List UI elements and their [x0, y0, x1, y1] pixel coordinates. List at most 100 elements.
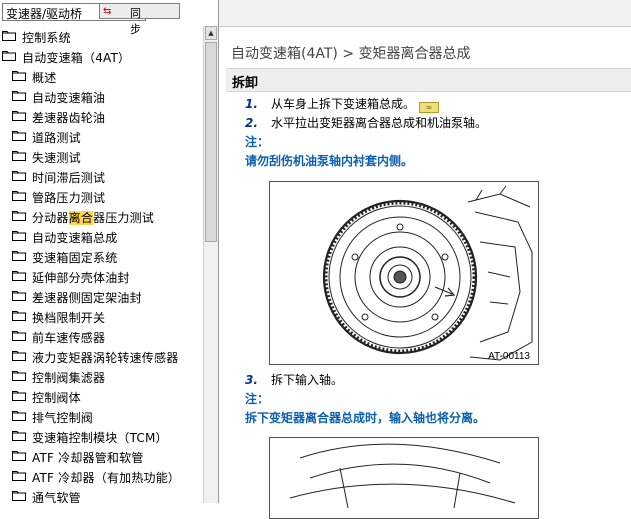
- folder-icon: [12, 331, 26, 341]
- note-label: 注：: [245, 392, 270, 406]
- navigation-pane: 变速器/驱动桥 ▼ 控制系统自动变速箱（4AT）概述自动变速箱油差速器齿轮油道路…: [0, 0, 219, 503]
- breadcrumb: 自动变速箱(4AT) > 变矩器离合器总成: [231, 46, 471, 62]
- tree-item[interactable]: 前车速传感器: [0, 326, 203, 346]
- tree-item[interactable]: 时间滞后测试: [0, 166, 203, 186]
- step-number: 3.: [245, 373, 258, 387]
- folder-icon: [12, 131, 26, 141]
- tree-item[interactable]: 控制阀集滤器: [0, 366, 203, 386]
- tree-item-label: 前车速传感器: [32, 331, 106, 345]
- tree-item[interactable]: 通气软管: [0, 486, 203, 503]
- tree-item-label: 通气软管: [32, 491, 81, 503]
- folder-icon: [12, 371, 26, 381]
- tree-item-label: 管路压力测试: [32, 191, 106, 205]
- tree-item-label: ATF 冷却器管和软管: [32, 451, 144, 465]
- section-title: 拆卸: [232, 76, 259, 91]
- folder-icon: [2, 51, 16, 61]
- tree-item[interactable]: ATF 冷却器管和软管: [0, 446, 203, 466]
- folder-icon: [12, 71, 26, 81]
- sync-button-label: 同 步: [130, 7, 155, 36]
- note-label: 注：: [245, 135, 270, 149]
- tree-item[interactable]: 换档限制开关: [0, 306, 203, 326]
- tree-item[interactable]: 自动变速箱（4AT）: [0, 46, 203, 66]
- folder-icon: [12, 191, 26, 201]
- tree-item-label: 差速器侧固定架油封: [32, 291, 142, 305]
- tree-item[interactable]: 延伸部分壳体油封: [0, 266, 203, 286]
- search-highlight: 离合: [68, 211, 94, 225]
- tree-item-label: 自动变速箱油: [32, 91, 106, 105]
- folder-icon: [12, 171, 26, 181]
- note-text: 请勿刮伤机油泵轴内衬套内侧。: [245, 154, 414, 168]
- folder-icon: [12, 391, 26, 401]
- tree-item-label: ATF 冷却器（有加热功能）: [32, 471, 181, 485]
- folder-icon: [12, 231, 26, 241]
- tree-item-label: 液力变矩器涡轮转速传感器: [32, 351, 179, 365]
- figure-caption: AT-00113: [488, 351, 530, 362]
- tree-item-label: 控制阀集滤器: [32, 371, 106, 385]
- scroll-up-icon[interactable]: ▲: [205, 26, 217, 40]
- tree-item[interactable]: 差速器齿轮油: [0, 106, 203, 126]
- folder-icon: [12, 431, 26, 441]
- tree-item[interactable]: 液力变矩器涡轮转速传感器: [0, 346, 203, 366]
- step-number: 1.: [245, 97, 258, 111]
- input-shaft-figure: [269, 437, 539, 519]
- tree-item-label: 概述: [32, 71, 57, 85]
- tree-item[interactable]: 控制阀体: [0, 386, 203, 406]
- tree-item-label: 分动器离合器压力测试: [32, 211, 155, 225]
- folder-icon: [12, 351, 26, 361]
- tree-item-label: 排气控制阀: [32, 411, 94, 425]
- note-text: 拆下变矩器离合器总成时，输入轴也将分离。: [245, 411, 486, 425]
- tree-item-label: 控制阀体: [32, 391, 81, 405]
- folder-icon: [12, 151, 26, 161]
- torque-converter-drawing: [322, 185, 533, 361]
- tree-item[interactable]: 自动变速箱总成: [0, 226, 203, 246]
- tree-item[interactable]: 变速箱固定系统: [0, 246, 203, 266]
- content-pane: 自动变速箱(4AT) > 变矩器离合器总成 拆卸 1. 从车身上拆下变速箱总成。 ∞…: [219, 0, 631, 519]
- tree-item-label: 控制系统: [22, 31, 71, 45]
- tree-item-label: 失速测试: [32, 151, 81, 165]
- tree-item[interactable]: 失速测试: [0, 146, 203, 166]
- tree-item[interactable]: 自动变速箱油: [0, 86, 203, 106]
- tree-item-label: 差速器齿轮油: [32, 111, 106, 125]
- torque-converter-figure: AT-00113: [269, 181, 539, 365]
- folder-icon: [12, 271, 26, 281]
- section-header: 拆卸: [226, 68, 631, 92]
- folder-icon: [12, 471, 26, 481]
- tree-item[interactable]: 差速器侧固定架油封: [0, 286, 203, 306]
- step-text: 从车身上拆下变速箱总成。: [271, 97, 416, 111]
- tree-item[interactable]: 排气控制阀: [0, 406, 203, 426]
- folder-icon: [12, 311, 26, 321]
- folder-icon: [12, 251, 26, 261]
- tree-item-label: 时间滞后测试: [32, 171, 106, 185]
- folder-icon: [2, 31, 16, 41]
- tree-item-label: 换档限制开关: [32, 311, 106, 325]
- tree-item[interactable]: 变速箱控制模块（TCM）: [0, 426, 203, 446]
- tree-item-label: 延伸部分壳体油封: [32, 271, 130, 285]
- link-icon: ⇆: [103, 6, 112, 17]
- tree-item[interactable]: 概述: [0, 66, 203, 86]
- tree-item[interactable]: 道路测试: [0, 126, 203, 146]
- step-3: 3. 拆下输入轴。: [245, 371, 343, 388]
- folder-icon: [12, 211, 26, 221]
- tree-item-label: 自动变速箱（4AT）: [22, 51, 131, 65]
- category-dropdown-value: 变速器/驱动桥: [6, 7, 83, 21]
- tree-item-label: 道路测试: [32, 131, 81, 145]
- step-text: 水平拉出变矩器离合器总成和机油泵轴。: [271, 116, 488, 130]
- tree-scrollbar[interactable]: ▲: [203, 26, 218, 503]
- step-2: 2. 水平拉出变矩器离合器总成和机油泵轴。: [245, 114, 487, 131]
- tree-item-label: 变速箱控制模块（TCM）: [32, 431, 168, 445]
- folder-icon: [12, 111, 26, 121]
- step-1: 1. 从车身上拆下变速箱总成。 ∞: [245, 95, 440, 113]
- tree-item[interactable]: ATF 冷却器（有加热功能）: [0, 466, 203, 486]
- table-of-contents-tree: 控制系统自动变速箱（4AT） 概述自动变速箱油 差速器齿轮油 道路测试失速测试时间滞后…: [0, 26, 203, 503]
- reference-link-icon[interactable]: ∞: [419, 102, 440, 113]
- tree-item[interactable]: 管路压力测试: [0, 186, 203, 206]
- tree-item-label: 自动变速箱总成: [32, 231, 118, 245]
- content-toolbar: [219, 0, 631, 27]
- folder-icon: [12, 291, 26, 301]
- scrollbar-thumb[interactable]: [205, 42, 217, 242]
- step-number: 2.: [245, 116, 258, 130]
- folder-icon: [12, 91, 26, 101]
- input-shaft-drawing: [289, 443, 516, 509]
- sync-button[interactable]: ⇆ 同 步: [99, 3, 180, 36]
- tree-item[interactable]: 分动器离合器压力测试: [0, 206, 203, 226]
